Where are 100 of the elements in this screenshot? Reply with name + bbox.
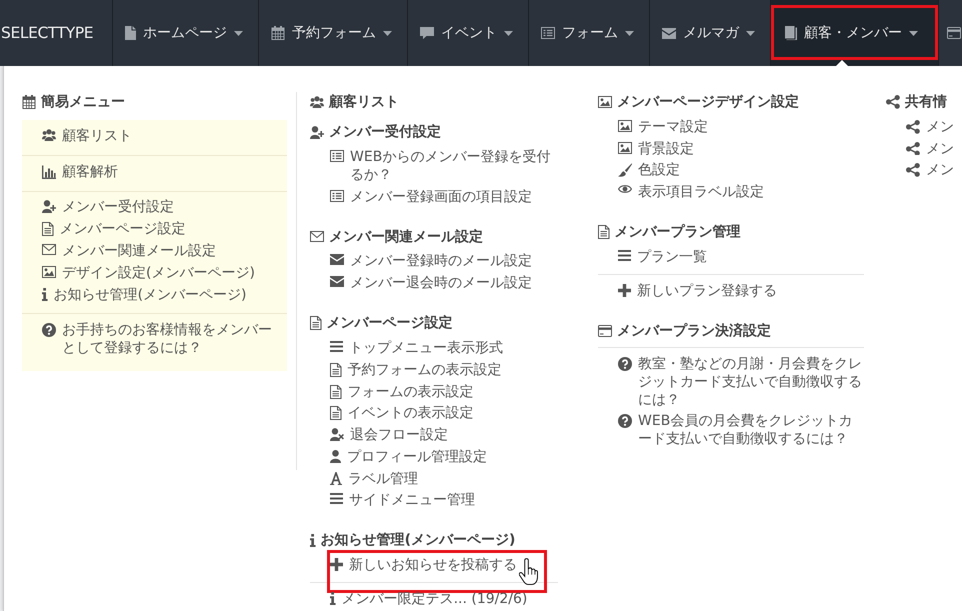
image-icon [598,96,612,108]
calendar-icon [271,26,285,40]
section-heading: 顧客リスト [329,93,399,111]
credit-card-icon [598,324,612,337]
menu-link[interactable]: メンバーページ設定 [42,218,186,240]
image-icon [42,266,56,278]
info-icon [330,592,336,606]
menu-link[interactable]: メンバー受付設定 [42,196,174,218]
section-heading: お知らせ管理(メンバーページ) [320,531,516,550]
brush-icon [618,163,632,178]
user-plus-icon [310,126,324,138]
menu-link[interactable]: 予約フォームの表示設定 [330,358,502,381]
help-link[interactable]: 教室・塾などの月謝・月会費をクレジットカード支払いで自動徴収するには？ [618,352,864,410]
image-icon [618,142,632,154]
menu-link[interactable]: ラベル管理 [330,468,418,490]
menu-link[interactable]: メン [906,160,954,182]
help-link[interactable]: WEB会員の月会費をクレジットカード支払いで自動徴収するには？ [618,410,864,450]
share-icon [906,142,920,156]
menu-link[interactable]: メンバー登録画面の項目設定 [330,186,532,208]
section-heading: 簡易メニュー [41,93,125,111]
menu-link[interactable]: 背景設定 [618,138,694,160]
menu-link[interactable]: イベントの表示設定 [330,402,474,424]
envelope-icon [330,254,344,266]
menu-link[interactable]: メン [906,138,954,160]
envelope-icon [662,28,676,38]
caret-icon [746,30,755,36]
menu-link[interactable]: 顧客リスト [42,125,132,147]
section-heading: メンバーページデザイン設定 [617,93,799,111]
user-plus-icon [42,200,56,214]
document-icon [125,26,136,40]
menu-link[interactable]: デザイン設定(メンバーページ) [42,262,255,284]
section-heading: 共有情 [904,93,947,111]
user-icon [330,450,341,463]
menu-link[interactable]: メン [906,116,954,138]
caret-icon [625,30,634,36]
plus-icon [618,284,631,297]
menu-link[interactable]: テーマ設定 [618,116,708,138]
envelope-icon [310,231,324,242]
font-icon [330,472,342,486]
calendar-icon [22,95,36,109]
share-icon [906,163,920,178]
menu-link[interactable]: プロフィール管理設定 [330,446,487,468]
menu-link[interactable]: プラン一覧 [618,246,707,268]
document-icon [310,316,322,330]
share-icon [886,95,900,109]
list-lines-icon [330,493,343,504]
section-heading: メンバープラン決済設定 [617,322,771,340]
menu-link[interactable]: お知らせ管理(メンバーページ) [42,284,247,306]
caret-icon [383,30,392,36]
info-icon [42,288,48,301]
users-icon [310,96,324,108]
envelope-icon [42,244,56,256]
list-lines-icon [330,341,343,352]
menu-link[interactable]: 表示項目ラベル設定 [618,181,764,204]
bar-chart-icon [42,164,56,179]
section-heading: メンバー関連メール設定 [329,228,483,246]
menu-link[interactable]: メンバー退会時のメール設定 [330,272,532,294]
section-heading: メンバープラン管理 [614,223,740,242]
document-icon [330,362,342,377]
menu-link[interactable]: 新しいお知らせを投稿する [330,554,517,576]
document-icon [330,384,342,399]
brand-logo[interactable]: SELECTTYPE [1,24,94,42]
list-lines-icon [618,250,631,262]
document-icon [598,225,610,240]
menu-link[interactable]: トップメニュー表示形式 [330,337,503,359]
caret-icon [504,30,513,36]
eye-icon [618,185,632,194]
menu-link[interactable]: WEBからのメンバー登録を受付るか？ [330,146,558,186]
menu-link[interactable]: メンバー関連メール設定 [42,240,216,262]
caret-icon [234,30,243,36]
users-icon [42,128,56,142]
menu-link[interactable]: 色設定 [618,160,680,182]
help-icon [42,323,56,338]
menu-link[interactable]: 退会フロー設定 [330,424,448,446]
caret-icon [909,30,918,36]
menu-link[interactable]: 顧客解析 [42,160,118,183]
section-heading: メンバー受付設定 [329,123,441,141]
document-icon [42,222,54,236]
help-link[interactable]: お手持ちのお客様情報をメンバーとして登録するには？ [42,319,277,360]
list-icon [330,190,344,202]
book-icon [785,26,797,40]
menu-link[interactable]: メンバー限定テス... (19/2/6) [330,588,528,610]
image-icon [618,120,632,132]
document-icon [330,406,342,420]
nav-menu-item[interactable] [938,0,961,66]
speech-bubble-icon [420,26,434,40]
section-heading: メンバーページ設定 [326,314,452,332]
help-icon [618,356,632,371]
user-remove-icon [330,428,344,442]
info-icon [310,534,316,547]
menu-link[interactable]: サイドメニュー管理 [330,490,475,512]
share-icon [906,120,920,134]
plus-icon [330,558,343,572]
list-icon [541,27,555,39]
menu-link[interactable]: 新しいプラン登録する [618,280,777,302]
help-icon [618,414,632,428]
menu-link[interactable]: フォームの表示設定 [330,380,474,402]
menu-link[interactable]: メンバー登録時のメール設定 [330,250,532,272]
credit-card-icon [947,27,961,39]
envelope-icon [330,276,344,288]
